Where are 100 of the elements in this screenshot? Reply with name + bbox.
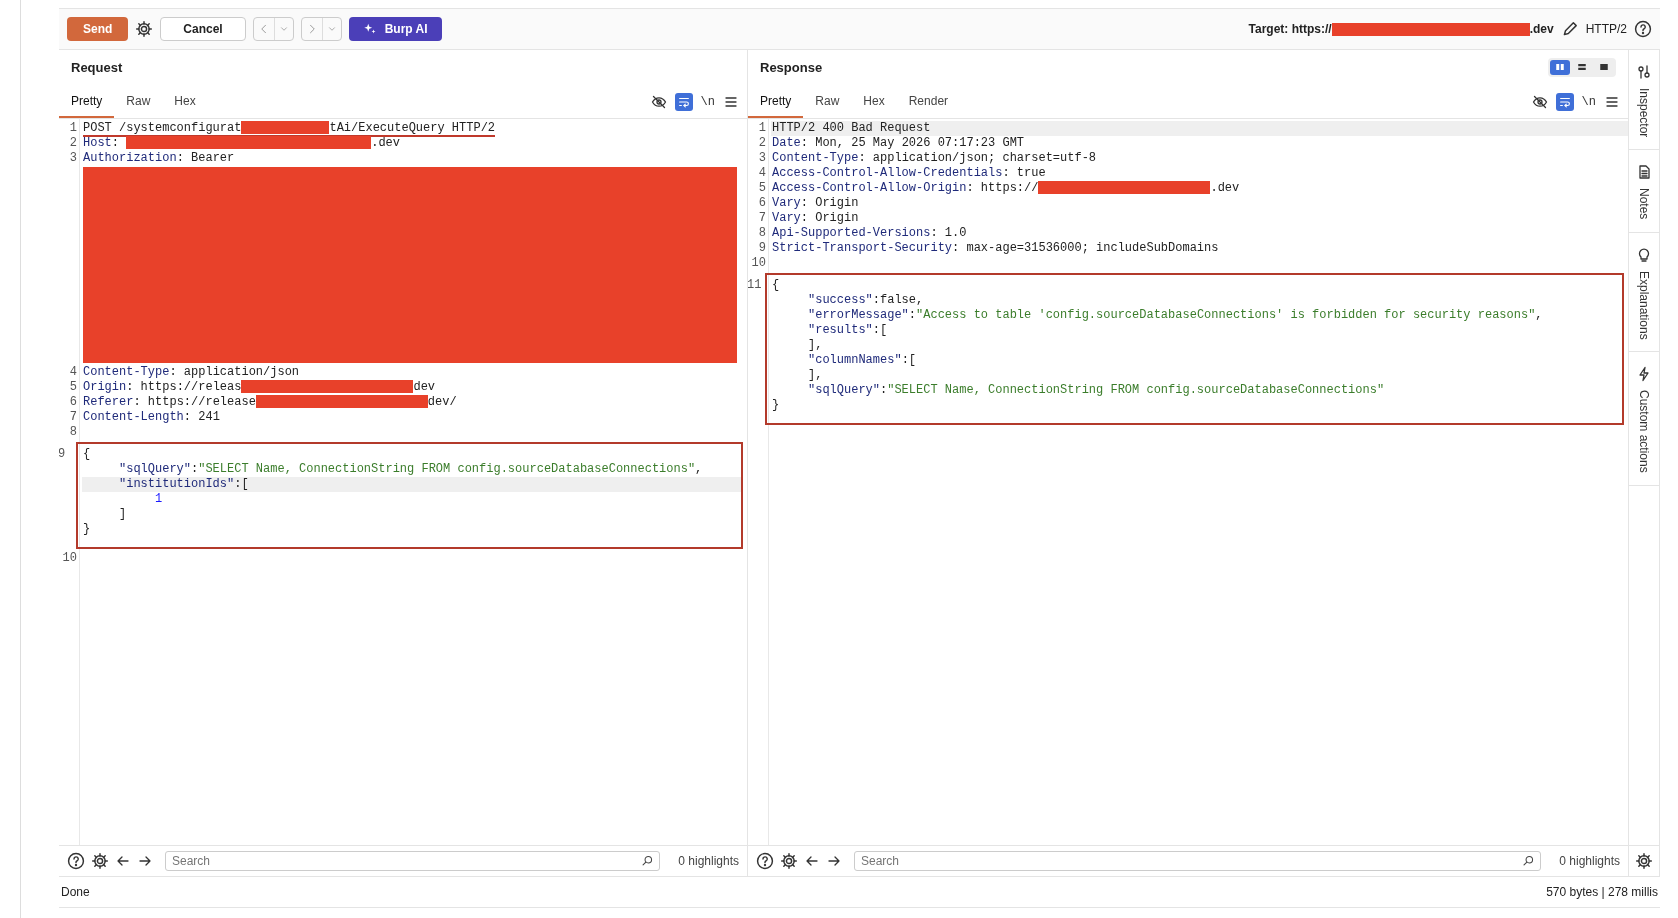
code-line: "errorMessage":"Access to table 'config.sourceDatabaseConnections' is forbidden for security reasons", — [807, 308, 1544, 323]
settings-icon — [91, 852, 109, 870]
help-icon — [756, 852, 774, 870]
hide-button[interactable] — [650, 93, 667, 110]
search-field[interactable]: Search — [854, 851, 1542, 871]
hide-button[interactable] — [1531, 93, 1548, 110]
sidebar-tab[interactable]: Notes — [1629, 150, 1659, 233]
search-icon — [1522, 854, 1536, 867]
help-button[interactable] — [1634, 20, 1652, 38]
hidden-icon — [1531, 93, 1548, 110]
line-number: 3 — [68, 151, 78, 166]
code-line: ], — [807, 338, 824, 353]
highlights-count: 0 highlights — [678, 854, 739, 868]
code-line: "sqlQuery":"SELECT Name, ConnectionString FROM config.sourceDatabaseConnections", — [118, 462, 704, 477]
wrap-button[interactable] — [674, 92, 693, 111]
protocol-label: HTTP/2 — [1585, 22, 1627, 36]
sidebar-tab[interactable]: Custom actions — [1629, 352, 1659, 487]
status-text: Done — [61, 885, 90, 899]
code-line: "success":false, — [807, 293, 925, 308]
code-line: Origin: https://releas dev — [82, 380, 437, 395]
code-line: Access-Control-Allow-Credentials: true — [771, 166, 1047, 181]
settings-button[interactable] — [91, 852, 109, 870]
line-number: 5 — [757, 181, 767, 196]
message-editor[interactable] — [748, 119, 1628, 845]
code-line: ] — [118, 507, 128, 522]
settings-icon — [135, 20, 154, 38]
wrap-button[interactable] — [1555, 92, 1574, 111]
line-number: 3 — [757, 151, 767, 166]
line-number: 9 — [59, 447, 67, 462]
view-tab[interactable]: Raw — [114, 85, 163, 118]
code-line: Content-Type: application/json — [82, 365, 301, 380]
line-number: 4 — [68, 365, 78, 380]
chevron-down-icon — [278, 24, 289, 34]
settings-button[interactable] — [135, 20, 154, 38]
code-line: { — [82, 447, 92, 462]
line-number: 2 — [757, 136, 767, 151]
line-number: 9 — [757, 241, 767, 256]
code-line: { — [771, 278, 781, 293]
code-line: ], — [807, 368, 824, 383]
line-number: 5 — [68, 380, 78, 395]
send-button[interactable]: Send — [67, 17, 129, 41]
line-number: 1 — [68, 121, 78, 136]
sidebar-tab[interactable]: Inspector — [1629, 50, 1659, 151]
code-line: Host: .dev — [82, 136, 402, 151]
code-line: Content-Type: application/json; charset=utf-8 — [771, 151, 1098, 166]
line-number: 7 — [68, 410, 78, 425]
code-line: Api-Supported-Versions: 1.0 — [771, 226, 968, 241]
view-tab[interactable]: Render — [896, 85, 961, 118]
code-line: Referer: https://release dev/ — [82, 395, 458, 410]
search-icon — [641, 854, 655, 867]
help-button[interactable] — [67, 852, 85, 870]
view-tab[interactable]: Hex — [162, 85, 208, 118]
sparkles-icon — [362, 22, 377, 36]
code-line: Content-Length: 241 — [82, 410, 221, 425]
help-icon — [67, 852, 85, 870]
hidden-icon — [650, 93, 667, 110]
line-number: 8 — [757, 226, 767, 241]
line-number: 7 — [757, 211, 767, 226]
code-line: 1 — [154, 492, 164, 507]
code-line: Authorization: Bearer — [82, 151, 236, 166]
code-line: "columnNames":[ — [807, 353, 918, 368]
newline-toggle[interactable]: \n — [700, 94, 715, 109]
view-tab[interactable]: Hex — [851, 85, 897, 118]
highlights-count: 0 highlights — [1559, 854, 1620, 868]
line-number: 6 — [68, 395, 78, 410]
line-number: 10 — [61, 551, 78, 566]
code-line: "sqlQuery":"SELECT Name, ConnectionString FROM config.sourceDatabaseConnections" — [807, 383, 1386, 398]
code-line: Access-Control-Allow-Origin: https:// .dev — [771, 181, 1241, 196]
settings-icon — [1635, 852, 1653, 870]
line-number: 8 — [68, 425, 78, 440]
square-icon — [1598, 61, 1610, 73]
newline-toggle[interactable]: \n — [1581, 94, 1596, 109]
panel-title: Request — [71, 59, 123, 75]
code-line: Date: Mon, 25 May 2026 07:17:23 GMT — [771, 136, 1026, 151]
line-number: 6 — [757, 196, 767, 211]
view-tab[interactable]: Raw — [803, 85, 852, 118]
settings-icon — [780, 852, 798, 870]
cancel-button[interactable]: Cancel — [160, 17, 246, 41]
code-line: Vary: Origin — [771, 211, 860, 226]
layout-mode-button[interactable] — [1550, 59, 1570, 75]
code-line: "results":[ — [807, 323, 889, 338]
settings-button[interactable] — [780, 852, 798, 870]
help-button[interactable] — [756, 852, 774, 870]
line-number: 4 — [757, 166, 767, 181]
line-number: 2 — [68, 136, 78, 151]
line-number: 10 — [750, 256, 767, 271]
ai-button[interactable]: Burp AI — [348, 17, 442, 41]
sidebar-tab[interactable]: Explanations — [1629, 232, 1659, 353]
notes-icon — [1636, 164, 1652, 181]
line-number: 11 — [748, 278, 763, 293]
response-stats: 570 bytes | 278 millis — [1546, 885, 1658, 899]
help-icon — [1634, 20, 1652, 38]
code-line: } — [771, 398, 781, 413]
sliders-icon — [1636, 64, 1652, 80]
rows-icon — [1576, 61, 1588, 73]
lightbulb-icon — [1636, 246, 1652, 263]
target-url: Target: https:// .dev — [1248, 22, 1554, 36]
chevron-down-icon — [326, 24, 337, 34]
search-field[interactable]: Search — [165, 851, 661, 871]
settings-button[interactable] — [1635, 852, 1653, 870]
